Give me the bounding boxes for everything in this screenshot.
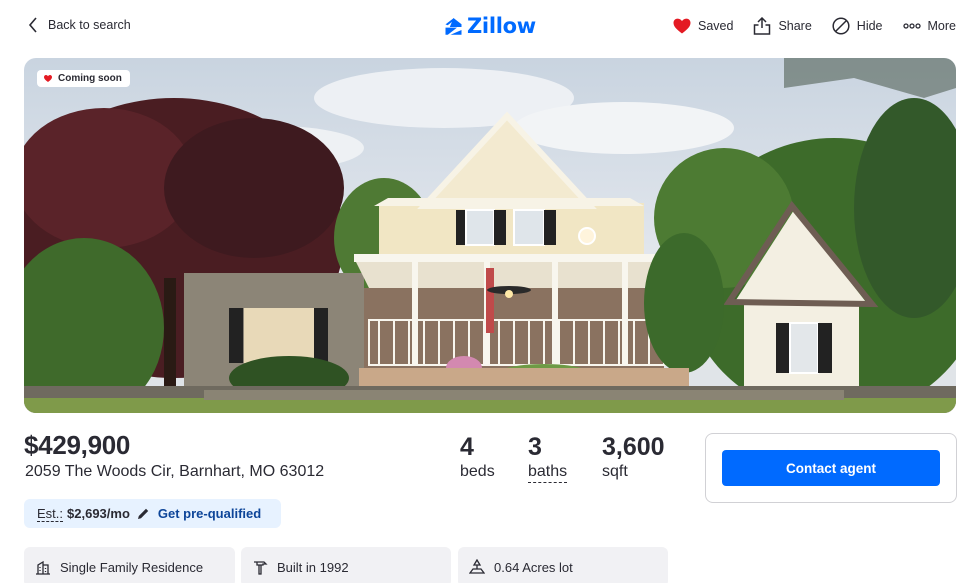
estimate-banner: Est.: $2,693/mo Get pre-qualified [24, 499, 281, 528]
listing-actions: Saved Share Hide More [673, 17, 956, 35]
back-to-search-label: Back to search [48, 18, 131, 32]
estimate-value: $2,693/mo [67, 506, 130, 521]
beds-stat: 4 beds [460, 432, 495, 482]
hide-icon [832, 17, 850, 35]
listing-photo[interactable]: Coming soon [24, 58, 956, 413]
pencil-icon [137, 508, 149, 519]
top-bar: Back to search Zillow Saved Share Hide M… [0, 0, 966, 56]
contact-card: Contact agent [705, 433, 957, 503]
contact-agent-button[interactable]: Contact agent [722, 450, 940, 486]
share-icon [754, 17, 771, 35]
baths-value: 3 [528, 433, 542, 461]
hammer-icon [254, 561, 268, 575]
beds-value: 4 [460, 433, 474, 461]
more-button[interactable]: More [902, 19, 956, 33]
get-pre-qualified-label: Get pre-qualified [157, 506, 262, 521]
chevron-left-icon [28, 17, 37, 33]
zillow-z-icon [445, 17, 462, 35]
heart-icon [673, 18, 691, 34]
fact-lot-size-label: 0.64 Acres lot [494, 559, 573, 575]
share-button[interactable]: Share [753, 17, 812, 35]
back-to-search-link[interactable]: Back to search [28, 17, 131, 33]
fact-year-built: Built in 1992 [241, 547, 451, 583]
lot-icon [469, 559, 485, 574]
hide-label: Hide [856, 19, 883, 33]
building-icon [36, 560, 50, 575]
listing-price: $429,900 [24, 430, 131, 460]
badge-label: Coming soon [58, 73, 122, 84]
fact-home-type: Single Family Residence [24, 547, 235, 583]
saved-label: Saved [697, 19, 734, 33]
sqft-stat: 3,600 sqft [602, 432, 665, 482]
more-icon [902, 23, 921, 29]
fact-year-built-label: Built in 1992 [277, 559, 349, 575]
more-label: More [927, 19, 956, 33]
sqft-label: sqft [602, 463, 628, 480]
hide-button[interactable]: Hide [832, 17, 883, 35]
saved-button[interactable]: Saved [673, 18, 733, 34]
listing-address: 2059 The Woods Cir, Barnhart, MO 63012 [25, 463, 325, 480]
get-pre-qualified-link[interactable]: Get pre-qualified [136, 506, 261, 521]
zillow-logo-text: Zillow [467, 14, 536, 38]
house-photo [24, 58, 956, 413]
baths-stat[interactable]: 3 baths [528, 432, 568, 483]
fact-lot-size: 0.64 Acres lot [458, 547, 668, 583]
heart-small-icon [44, 75, 52, 82]
share-label: Share [778, 19, 812, 33]
coming-soon-badge: Coming soon [37, 70, 130, 87]
sqft-value: 3,600 [602, 433, 665, 461]
estimate-label[interactable]: Est.: [37, 506, 64, 522]
zillow-logo[interactable]: Zillow [444, 14, 536, 38]
baths-label[interactable]: baths [528, 463, 568, 483]
fact-home-type-label: Single Family Residence [60, 559, 204, 575]
beds-label: beds [460, 463, 495, 480]
